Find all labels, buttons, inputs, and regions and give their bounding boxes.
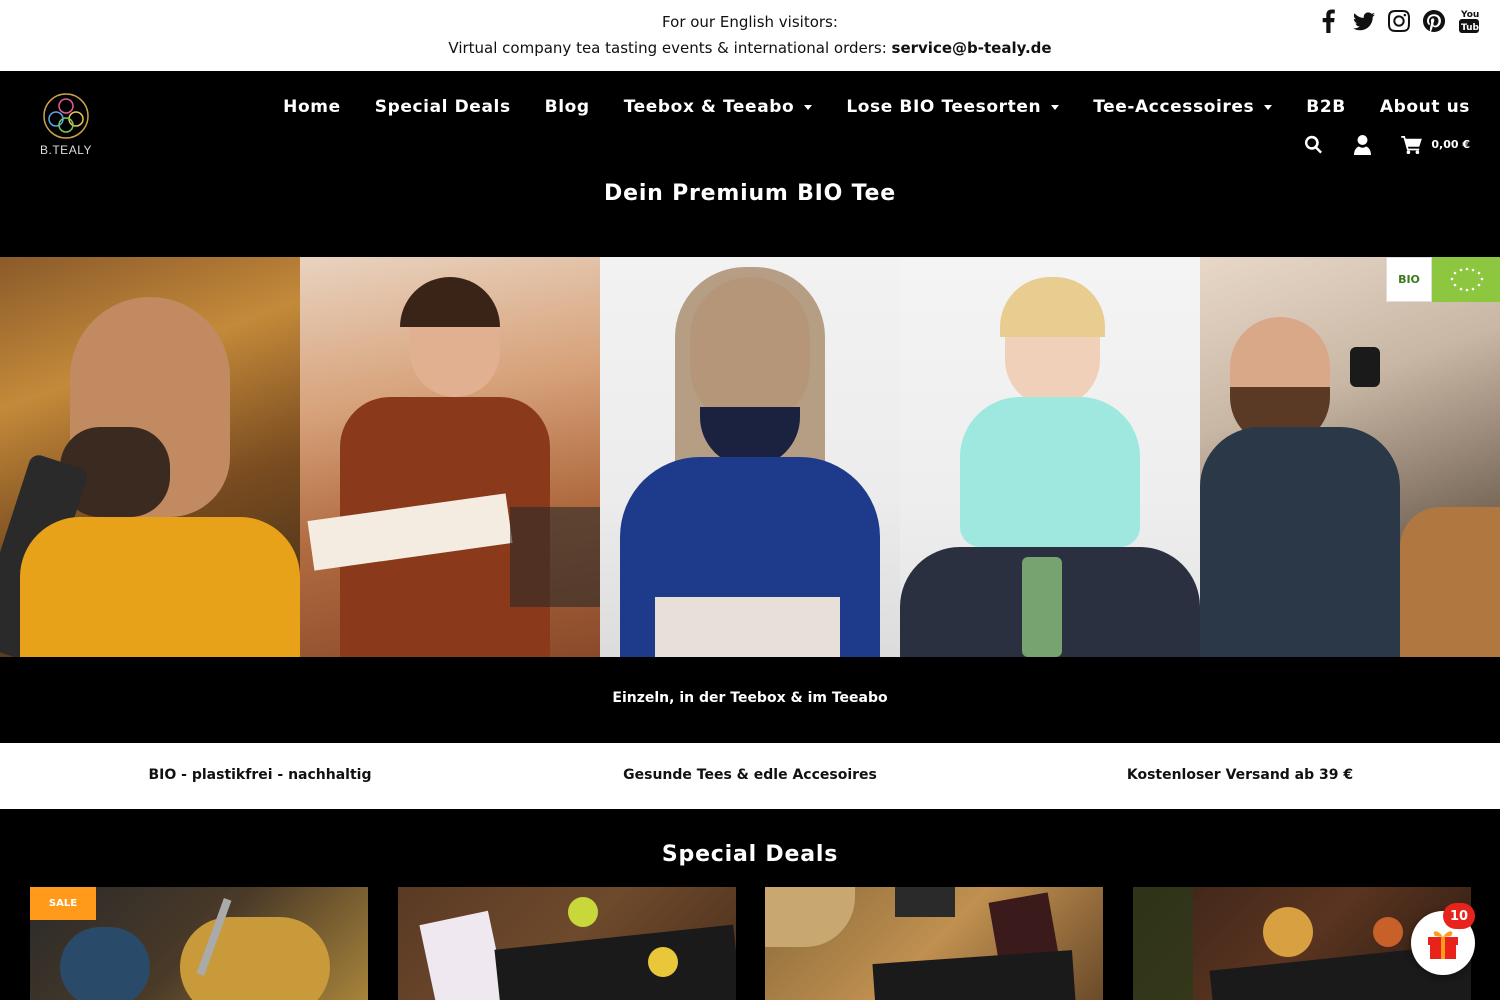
nav-item-label: Teebox & Teeabo <box>623 97 795 117</box>
main-navigation: Home Special Deals Blog Teebox & Teeabo Lose… <box>266 97 1470 117</box>
announcement-line-2: Virtual company tea tasting events & int… <box>0 39 1500 57</box>
cart-total: 0,00 € <box>1431 138 1470 151</box>
twitter-icon[interactable] <box>1352 8 1375 34</box>
product-card[interactable] <box>398 887 736 1000</box>
svg-text:You: You <box>1460 10 1479 20</box>
site-header: B.TEALY Home Special Deals Blog Teebox & Te… <box>0 71 1500 257</box>
nav-item-label: About us <box>1379 97 1470 117</box>
product-card[interactable] <box>765 887 1103 1000</box>
feature-bar: BIO - plastikfrei - nachhaltig Gesunde T… <box>0 743 1500 809</box>
special-deals-heading: Special Deals <box>661 842 839 867</box>
service-email-link[interactable]: service@b-tealy.de <box>892 39 1052 57</box>
hero-subtitle-bar: Einzeln, in der Teebox & im Teeabo <box>0 657 1500 743</box>
search-button[interactable] <box>1303 134 1324 155</box>
bio-seal: BIO <box>1386 257 1432 302</box>
hero-photo-woman-yoga <box>900 257 1200 657</box>
nav-item-label: B2B <box>1306 97 1346 117</box>
hero-photo-man-with-dog: BIO <box>1200 257 1500 657</box>
nav-item-tee-accessoires[interactable]: Tee-Accessoires <box>1076 97 1289 117</box>
caret-down-icon <box>804 104 813 110</box>
brand-name: B.TEALY <box>40 143 92 157</box>
nav-item-about-us[interactable]: About us <box>1363 97 1470 117</box>
feature-item-free-shipping: Kostenloser Versand ab 39 € <box>1126 767 1354 783</box>
account-button[interactable] <box>1354 134 1372 155</box>
cart-icon <box>1401 135 1423 154</box>
product-card[interactable]: SALE <box>30 887 368 1000</box>
nav-item-label: Home <box>283 97 341 117</box>
social-links: You Tube <box>1317 8 1480 34</box>
sale-badge: SALE <box>30 887 96 920</box>
eu-organic-leaf-icon <box>1432 257 1500 302</box>
user-icon <box>1354 134 1372 155</box>
search-icon <box>1305 135 1323 154</box>
feature-item-healthy-teas: Gesunde Tees & edle Accesoires <box>623 767 877 783</box>
nav-item-lose-bio-teesorten[interactable]: Lose BIO Teesorten <box>829 97 1076 117</box>
nav-item-label: Blog <box>544 97 590 117</box>
hero-photo-woman-drinking-tea <box>600 257 900 657</box>
feature-item-organic: BIO - plastikfrei - nachhaltig <box>148 767 372 783</box>
nav-item-teebox-teeabo[interactable]: Teebox & Teeabo <box>607 97 830 117</box>
nav-item-b2b[interactable]: B2B <box>1289 97 1363 117</box>
hero-photo-woman-reading <box>300 257 600 657</box>
youtube-icon[interactable]: You Tube <box>1457 8 1480 34</box>
bio-certification-badge: BIO <box>1386 257 1500 302</box>
nav-item-special-deals[interactable]: Special Deals <box>358 97 528 117</box>
nav-item-home[interactable]: Home <box>266 97 358 117</box>
hero-image-strip[interactable]: BIO <box>0 257 1500 657</box>
header-tools: 0,00 € <box>1273 134 1470 155</box>
site-logo[interactable]: B.TEALY <box>38 91 94 159</box>
cart-button[interactable]: 0,00 € <box>1401 135 1470 154</box>
nav-item-blog[interactable]: Blog <box>528 97 607 117</box>
nav-item-label: Tee-Accessoires <box>1093 97 1255 117</box>
announcement-line-1: For our English visitors: <box>662 13 838 31</box>
svg-text:Tube: Tube <box>1461 23 1479 33</box>
caret-down-icon <box>1264 104 1273 110</box>
hero-subtitle: Einzeln, in der Teebox & im Teeabo <box>612 690 888 706</box>
hero-tagline: Dein Premium BIO Tee <box>604 181 896 206</box>
nav-item-label: Lose BIO Teesorten <box>846 97 1042 117</box>
pinterest-icon[interactable] <box>1422 8 1445 34</box>
nav-item-label: Special Deals <box>374 97 511 117</box>
hero-photo-hiker-with-bottle <box>0 257 300 657</box>
announcement-bar: For our English visitors: Virtual compan… <box>0 0 1500 71</box>
facebook-icon[interactable] <box>1317 8 1340 34</box>
lotus-logo-icon <box>43 93 89 139</box>
gift-icon <box>1428 931 1458 959</box>
announcement-text: Virtual company tea tasting events & int… <box>448 39 892 57</box>
caret-down-icon <box>1051 104 1060 110</box>
gift-count-badge: 10 <box>1443 903 1475 929</box>
instagram-icon[interactable] <box>1387 8 1410 34</box>
